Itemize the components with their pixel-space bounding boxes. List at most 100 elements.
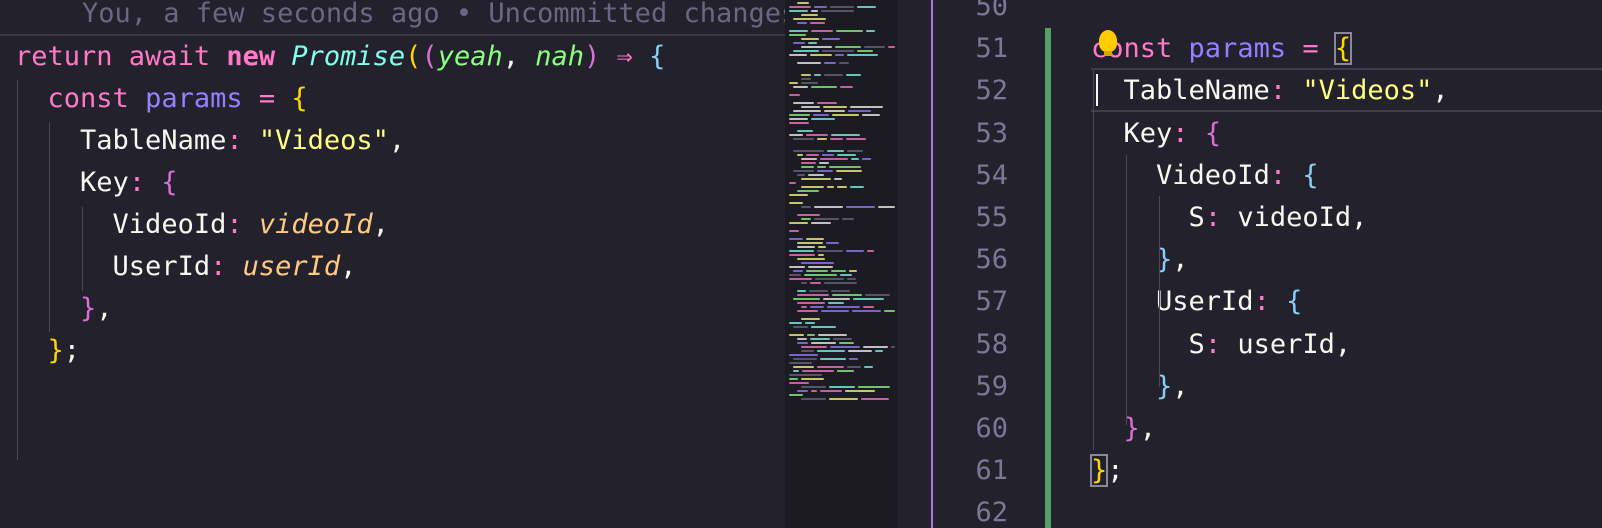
code-line[interactable]: S: videoId, [1091, 196, 1602, 239]
minimap-line [824, 282, 857, 284]
code-line[interactable]: VideoId: { [1091, 154, 1602, 197]
minimap-line [793, 298, 820, 300]
minimap-line [801, 166, 814, 168]
minimap-line [797, 214, 820, 216]
code-line[interactable]: return await new Promise((yeah, nah) ⇒ { [15, 35, 785, 78]
minimap-line [846, 206, 875, 208]
minimap-line [801, 282, 807, 284]
minimap-line [863, 346, 888, 348]
minimap-line [862, 114, 880, 116]
minimap-line [806, 238, 824, 240]
code-line[interactable]: Key: { [1091, 112, 1602, 155]
code-token: , [1139, 413, 1157, 444]
code-line[interactable]: }, [1091, 238, 1602, 281]
line-number: 56 [975, 244, 1008, 276]
minimap-line [849, 270, 857, 272]
minimap-line [789, 222, 808, 224]
code-line[interactable]: TableName: "Videos", [1091, 69, 1602, 112]
code-token: : [226, 125, 259, 156]
minimap-line [801, 206, 811, 208]
minimap-line [810, 338, 830, 340]
minimap-line [793, 270, 803, 272]
minimap-line [793, 326, 808, 328]
minimap-line [847, 278, 856, 280]
code-token: , [1172, 370, 1189, 402]
code-line[interactable]: S: userId, [1091, 323, 1602, 366]
code-token: , [1351, 202, 1368, 233]
code-token: , [502, 41, 536, 72]
git-change-indicator [1045, 28, 1051, 528]
code-line[interactable]: }; [1089, 449, 1602, 492]
code-line[interactable]: Key: { [15, 161, 785, 204]
code-line[interactable]: TableName: "Videos", [15, 119, 785, 162]
code-line[interactable]: const params = { [1091, 27, 1602, 70]
minimap[interactable] [785, 0, 898, 528]
code-token: : [1172, 117, 1205, 149]
minimap-line [789, 322, 802, 324]
minimap-line [831, 290, 850, 292]
code-line[interactable] [1091, 491, 1602, 528]
minimap-line [839, 342, 854, 344]
code-line[interactable] [1091, 0, 1602, 28]
code-token: ) [584, 41, 601, 72]
minimap-line [793, 150, 824, 152]
minimap-line [845, 390, 875, 392]
minimap-line [822, 50, 854, 52]
minimap-line [837, 370, 854, 372]
minimap-line [801, 78, 811, 80]
minimap-line [847, 54, 878, 56]
minimap-line [801, 218, 811, 220]
minimap-line [797, 190, 819, 192]
minimap-line [789, 354, 818, 356]
minimap-line [806, 270, 828, 272]
code-line[interactable]: UserId: { [1091, 280, 1602, 323]
minimap-line [789, 230, 799, 232]
code-token: userId [242, 251, 341, 282]
minimap-line [789, 378, 798, 380]
code-line[interactable]: const params = { [15, 77, 785, 120]
minimap-line [797, 246, 815, 248]
minimap-line [823, 106, 847, 108]
code-line[interactable]: VideoId: videoId, [15, 203, 785, 246]
minimap-line [818, 254, 824, 256]
code-token: { [1204, 117, 1222, 149]
code-token: : [1204, 202, 1238, 233]
minimap-line [811, 118, 835, 120]
line-number: 54 [975, 159, 1008, 191]
minimap-line [810, 282, 821, 284]
minimap-line [835, 46, 861, 48]
minimap-line [846, 250, 864, 252]
minimap-line [789, 94, 800, 96]
minimap-line [820, 158, 848, 160]
right-editor-pane[interactable]: 50 51 52 53 54 55 56 57 58 59 60 61 62 const params … [933, 0, 1602, 528]
left-editor-pane[interactable]: You, a few seconds ago • Uncommitted cha… [0, 0, 785, 528]
minimap-line [797, 390, 808, 392]
minimap-line [801, 318, 820, 320]
code-line[interactable]: }; [15, 329, 785, 372]
code-line[interactable]: }, [1091, 407, 1602, 450]
code-token: , [1432, 75, 1449, 107]
minimap-line [801, 386, 826, 388]
minimap-line [789, 238, 803, 240]
minimap-line [789, 122, 809, 124]
code-token: , [372, 209, 389, 240]
lightbulb-icon[interactable] [1099, 30, 1117, 52]
minimap-line [814, 74, 821, 76]
minimap-line [801, 398, 826, 400]
code-line[interactable]: UserId: userId, [15, 245, 785, 288]
code-line[interactable]: }, [15, 287, 785, 330]
minimap-line [789, 374, 822, 376]
minimap-line [817, 170, 833, 172]
minimap-line [793, 18, 826, 20]
code-token: : [128, 167, 162, 198]
minimap-line [808, 42, 817, 44]
minimap-line [826, 242, 839, 244]
code-token: ⇒ [600, 41, 650, 72]
code-line[interactable]: }, [1091, 365, 1602, 408]
minimap-line [867, 250, 874, 252]
minimap-line [827, 306, 860, 308]
minimap-line [789, 182, 796, 184]
